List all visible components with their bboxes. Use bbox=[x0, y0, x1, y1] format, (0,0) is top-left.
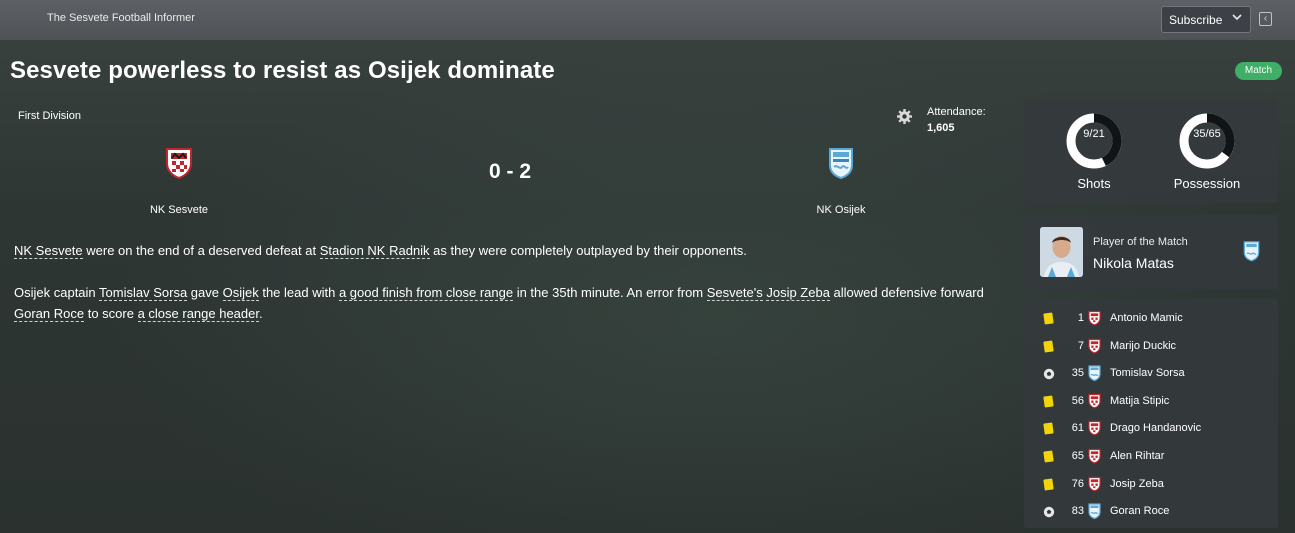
report-link[interactable]: Osijek bbox=[222, 285, 259, 301]
report-text: . bbox=[259, 306, 263, 321]
event-player-name[interactable]: Josip Zeba bbox=[1110, 478, 1164, 490]
event-player-name[interactable]: Tomislav Sorsa bbox=[1110, 367, 1185, 379]
attendance-value: 1,605 bbox=[927, 122, 955, 134]
event-player-name[interactable]: Antonio Mamic bbox=[1110, 312, 1183, 324]
subscribe-dropdown[interactable]: Subscribe bbox=[1161, 6, 1251, 33]
shots-donut bbox=[1066, 113, 1122, 169]
player-of-match-name[interactable]: Nikola Matas bbox=[1093, 255, 1174, 271]
goal-ball-icon bbox=[1043, 506, 1055, 521]
event-minute: 83 bbox=[1071, 505, 1084, 518]
sesvete-crest-icon[interactable] bbox=[1088, 393, 1101, 412]
sesvete-crest-icon[interactable] bbox=[1088, 338, 1101, 357]
report-link[interactable]: a close range header bbox=[137, 306, 259, 322]
report-text: Osijek captain bbox=[14, 285, 100, 300]
yellow-card-icon bbox=[1043, 312, 1054, 325]
gear-icon[interactable] bbox=[896, 108, 913, 125]
match-badge[interactable]: Match bbox=[1235, 62, 1282, 80]
match-score: 0 - 2 bbox=[488, 160, 532, 183]
event-minute: 7 bbox=[1077, 339, 1084, 352]
attendance-label: Attendance: bbox=[927, 106, 986, 118]
event-row: 61 Drago Handanovic bbox=[1024, 419, 1278, 439]
event-player-name[interactable]: Alen Rihtar bbox=[1110, 450, 1164, 462]
report-text: to score bbox=[84, 306, 138, 321]
event-player-name[interactable]: Matija Stipic bbox=[1110, 395, 1169, 407]
event-row: 56 Matija Stipic bbox=[1024, 392, 1278, 412]
event-minute: 35 bbox=[1071, 367, 1084, 380]
event-player-name[interactable]: Marijo Duckic bbox=[1110, 340, 1176, 352]
yellow-card-icon bbox=[1043, 478, 1054, 491]
match-events-panel: 1 Antonio Mamic 7 Marijo Duckic 35 Tomislav S… bbox=[1024, 299, 1278, 528]
osijek-crest-icon[interactable] bbox=[828, 147, 854, 184]
competition-name[interactable]: First Division bbox=[18, 110, 81, 122]
match-report: NK Sesvete were on the end of a deserved… bbox=[14, 240, 1004, 345]
sesvete-crest-icon[interactable] bbox=[1088, 476, 1101, 495]
sesvete-crest-icon[interactable] bbox=[1088, 310, 1101, 329]
possession-value: 35/65 bbox=[1193, 128, 1221, 140]
yellow-card-icon bbox=[1043, 422, 1054, 435]
event-row: 65 Alen Rihtar bbox=[1024, 447, 1278, 467]
possession-donut bbox=[1179, 113, 1235, 169]
report-link[interactable]: NK Sesvete bbox=[14, 243, 83, 259]
report-text: allowed defensive forward bbox=[829, 285, 984, 300]
report-paragraph-2: Osijek captain Tomislav Sorsa gave Osije… bbox=[14, 282, 1004, 324]
possession-label: Possession bbox=[1173, 176, 1241, 191]
subscribe-label: Subscribe bbox=[1169, 12, 1223, 27]
newspaper-name: The Sesvete Football Informer bbox=[47, 12, 195, 24]
event-minute: 56 bbox=[1071, 394, 1084, 407]
osijek-crest-icon[interactable] bbox=[1088, 365, 1101, 384]
report-text: as they were completely outplayed by the… bbox=[429, 243, 747, 258]
yellow-card-icon bbox=[1043, 395, 1054, 408]
sesvete-crest-icon[interactable] bbox=[1088, 448, 1101, 467]
osijek-crest-icon[interactable] bbox=[1243, 240, 1260, 267]
yellow-card-icon bbox=[1043, 340, 1054, 353]
event-row: 76 Josip Zeba bbox=[1024, 475, 1278, 495]
report-link[interactable]: Goran Roce bbox=[14, 306, 85, 322]
chevron-down-icon bbox=[1232, 12, 1242, 25]
report-link[interactable]: Tomislav Sorsa bbox=[99, 285, 188, 301]
away-team-name[interactable]: NK Osijek bbox=[781, 204, 901, 216]
player-of-match-label: Player of the Match bbox=[1093, 236, 1188, 248]
report-link[interactable]: Josip Zeba bbox=[766, 285, 830, 301]
report-text: the lead with bbox=[258, 285, 339, 300]
event-row: 1 Antonio Mamic bbox=[1024, 309, 1278, 329]
event-player-name[interactable]: Drago Handanovic bbox=[1110, 422, 1201, 434]
home-team-name[interactable]: NK Sesvete bbox=[119, 204, 239, 216]
player-photo[interactable] bbox=[1040, 227, 1083, 277]
report-link[interactable]: Sesvete's bbox=[706, 285, 763, 301]
player-of-match-panel[interactable]: Player of the Match Nikola Matas bbox=[1024, 215, 1278, 289]
collapse-panel-icon[interactable]: ‹ bbox=[1259, 12, 1272, 26]
event-row: 35 Tomislav Sorsa bbox=[1024, 364, 1278, 384]
event-player-name[interactable]: Goran Roce bbox=[1110, 505, 1169, 517]
article-headline: Sesvete powerless to resist as Osijek do… bbox=[10, 57, 555, 84]
sesvete-crest-icon[interactable] bbox=[165, 147, 193, 184]
yellow-card-icon bbox=[1043, 450, 1054, 463]
report-text: gave bbox=[187, 285, 223, 300]
report-text: were on the end of a deserved defeat at bbox=[82, 243, 320, 258]
event-minute: 1 bbox=[1077, 312, 1084, 324]
sesvete-crest-icon[interactable] bbox=[1088, 420, 1101, 439]
event-minute: 76 bbox=[1071, 477, 1084, 490]
goal-ball-icon bbox=[1043, 368, 1055, 383]
report-paragraph-1: NK Sesvete were on the end of a deserved… bbox=[14, 240, 1004, 261]
report-link[interactable]: Stadion NK Radnik bbox=[319, 243, 430, 259]
osijek-crest-icon[interactable] bbox=[1088, 503, 1101, 522]
top-bar: The Sesvete Football Informer Subscribe … bbox=[0, 0, 1295, 40]
event-minute: 61 bbox=[1071, 422, 1084, 435]
event-minute: 65 bbox=[1071, 450, 1084, 462]
report-text: in the 35th minute. An error from bbox=[513, 285, 707, 300]
match-stats-panel: 9/21 Shots 35/65 Possession bbox=[1024, 100, 1278, 203]
event-row: 7 Marijo Duckic bbox=[1024, 337, 1278, 357]
report-link[interactable]: a good finish from close range bbox=[338, 285, 514, 301]
shots-label: Shots bbox=[1077, 176, 1111, 191]
shots-value: 9/21 bbox=[1083, 128, 1105, 140]
event-row: 83 Goran Roce bbox=[1024, 502, 1278, 522]
